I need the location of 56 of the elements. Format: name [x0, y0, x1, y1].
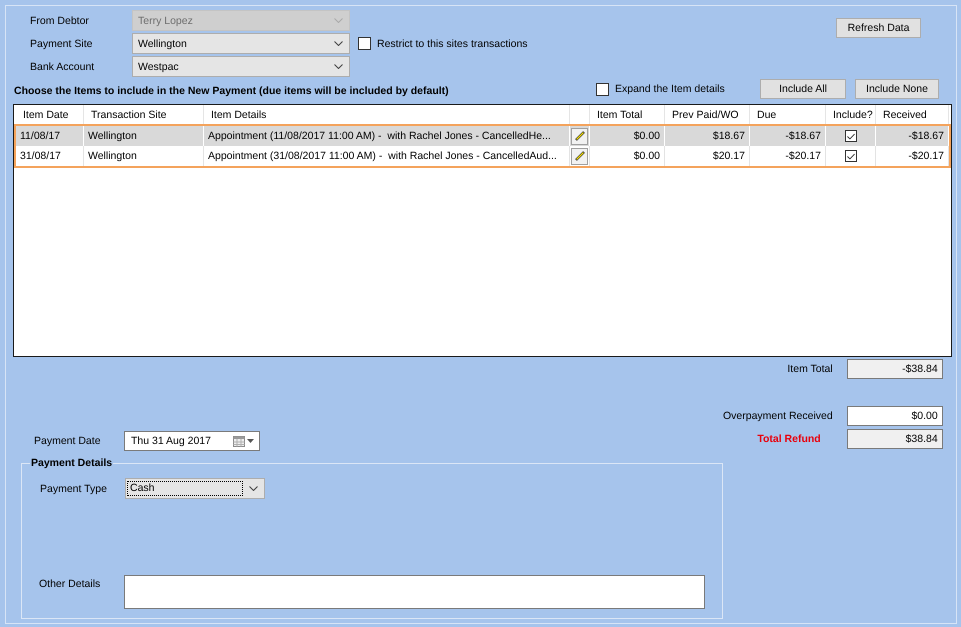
pencil-icon: [574, 151, 584, 161]
checkbox[interactable]: [844, 150, 856, 162]
table-cell: 31/08/17: [16, 146, 84, 166]
checkbox[interactable]: [844, 130, 856, 142]
field-label: Total Refund: [757, 433, 821, 445]
table-cell: $20.17: [665, 146, 750, 166]
table-row[interactable]: 11/08/17 Wellington Appointment (11/08/2017 11:00 AM) - with Rachel Jones - CancelledHe... $0.00 $18.67 -$18.67 -$18.67: [16, 126, 949, 146]
field-label: Payment Date: [34, 435, 102, 447]
caret-icon: [247, 439, 254, 443]
checkmark-icon: [846, 132, 854, 140]
checkbox-label[interactable]: Restrict to this sites transactions: [377, 38, 528, 50]
field-label: Payment Site: [30, 38, 94, 50]
table-cell: Wellington: [84, 146, 204, 166]
table-cell: $0.00: [590, 146, 665, 166]
field-label: Item Total: [787, 363, 833, 375]
calendar-icon: [233, 436, 245, 446]
chevron-down-icon: [334, 18, 343, 23]
field-label: Overpayment Received: [723, 410, 833, 422]
section-heading: Choose the Items to include in the New Payment (due items will be included by default): [14, 84, 450, 97]
checkmark-icon: [846, 152, 854, 160]
chevron-down-icon: [334, 41, 343, 46]
amount-field: $38.84: [846, 429, 943, 449]
edit-button[interactable]: [571, 128, 588, 144]
field-label: Payment Type: [40, 482, 108, 494]
chevron-down-icon: [249, 486, 258, 491]
dropdown[interactable]: Wellington: [132, 33, 350, 54]
text-area[interactable]: [124, 575, 705, 609]
field-label: From Debtor: [30, 14, 90, 26]
column-header[interactable]: Item Details: [204, 105, 570, 124]
date-picker[interactable]: Thu 31 Aug 2017: [124, 431, 260, 451]
column-header[interactable]: Item Date: [16, 105, 84, 124]
column-header[interactable]: Item Total: [590, 105, 665, 124]
checkbox[interactable]: [358, 37, 371, 50]
amount-field: -$38.84: [846, 359, 943, 379]
column-header[interactable]: Transaction Site: [84, 105, 204, 124]
dropdown[interactable]: Westpac: [132, 56, 350, 77]
table-cell: Appointment (31/08/2017 11:00 AM) - with Rachel Jones - CancelledAud...: [204, 146, 570, 166]
pencil-icon: [574, 131, 584, 141]
column-header[interactable]: Include?: [826, 105, 876, 124]
field-label: Other Details: [39, 577, 102, 590]
checkbox[interactable]: [596, 82, 609, 96]
group-title: Payment Details: [30, 457, 114, 469]
dropdown[interactable]: Cash: [125, 478, 265, 499]
refresh-button[interactable]: Refresh Data: [836, 18, 921, 38]
amount-field[interactable]: $0.00: [846, 406, 943, 426]
field-label: Bank Account: [30, 60, 96, 72]
table-cell: -$20.17: [876, 146, 949, 166]
include-all-button[interactable]: Include All: [760, 79, 846, 99]
include-none-button[interactable]: Include None: [855, 79, 939, 99]
edit-button[interactable]: [571, 148, 588, 164]
column-header[interactable]: Prev Paid/WO: [665, 105, 750, 124]
chevron-down-icon: [334, 64, 343, 69]
column-header[interactable]: Due: [750, 105, 826, 124]
checkbox-label[interactable]: Expand the Item details: [615, 83, 725, 95]
table-cell: -$20.17: [750, 146, 826, 166]
column-header[interactable]: Received: [876, 105, 949, 124]
